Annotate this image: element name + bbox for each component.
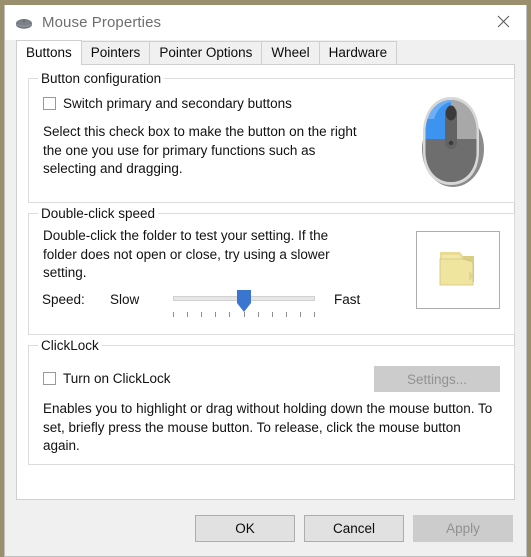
button-configuration-description: Select this check box to make the button… [43, 124, 357, 176]
speed-slow-label: Slow [110, 291, 140, 307]
speed-caption: Speed: [42, 291, 85, 307]
speed-fast-label: Fast [334, 291, 361, 307]
double-click-speed-group-label: Double-click speed [38, 206, 159, 221]
button-configuration-group: Button configuration Switch primary and … [28, 71, 515, 203]
tab-pointer-options[interactable]: Pointer Options [149, 41, 263, 64]
folder-icon [439, 252, 474, 286]
switch-primary-secondary-label: Switch primary and secondary buttons [63, 96, 292, 111]
clicklock-settings-button[interactable]: Settings... [374, 366, 500, 392]
apply-button[interactable]: Apply [413, 514, 513, 542]
slider-tick [272, 312, 273, 317]
tab-wheel[interactable]: Wheel [261, 41, 320, 64]
double-click-speed-slider[interactable] [173, 288, 315, 317]
slider-tick-marks [173, 312, 315, 318]
slider-tick [286, 312, 287, 317]
tab-buttons[interactable]: Buttons [16, 40, 82, 65]
close-icon [497, 15, 509, 28]
double-click-test-area[interactable] [416, 231, 500, 309]
button-configuration-group-label: Button configuration [38, 71, 165, 86]
turn-on-clicklock-checkbox-row[interactable]: Turn on ClickLock [43, 371, 171, 386]
slider-tick [201, 312, 202, 317]
slider-tick [300, 312, 301, 317]
title-bar: Mouse Properties [5, 5, 526, 40]
slider-tick [314, 312, 315, 317]
slider-tick [173, 312, 174, 317]
turn-on-clicklock-checkbox[interactable] [43, 372, 56, 385]
window-title: Mouse Properties [42, 14, 162, 31]
turn-on-clicklock-label: Turn on ClickLock [63, 371, 171, 386]
mouse-icon [16, 18, 32, 29]
clicklock-group-label: ClickLock [38, 338, 102, 353]
tab-strip: Buttons Pointers Pointer Options Wheel H… [5, 40, 526, 65]
slider-tick [187, 312, 188, 317]
double-click-speed-group: Double-click speed Double-click the fold… [28, 206, 515, 335]
slider-thumb[interactable] [237, 290, 251, 313]
clicklock-description: Enables you to highlight or drag without… [43, 401, 493, 453]
switch-primary-secondary-checkbox[interactable] [43, 97, 56, 110]
slider-tick [258, 312, 259, 317]
dialog-footer: OK Cancel Apply [5, 500, 526, 556]
slider-tick [215, 312, 216, 317]
cancel-button[interactable]: Cancel [304, 514, 404, 542]
ok-button[interactable]: OK [195, 514, 295, 542]
double-click-speed-description: Double-click the folder to test your set… [43, 228, 330, 280]
close-button[interactable] [480, 5, 526, 38]
tab-pointers[interactable]: Pointers [80, 41, 151, 64]
mouse-properties-dialog: Mouse Properties Buttons Pointers Pointe… [4, 5, 527, 557]
slider-tick [229, 312, 230, 317]
clicklock-group: ClickLock Turn on ClickLock Settings... … [28, 338, 515, 465]
tab-page-buttons: Button configuration Switch primary and … [16, 64, 515, 500]
tab-hardware[interactable]: Hardware [318, 41, 398, 64]
switch-primary-secondary-checkbox-row[interactable]: Switch primary and secondary buttons [43, 96, 292, 111]
slider-tick [244, 312, 245, 317]
mouse-illustration [422, 97, 484, 187]
